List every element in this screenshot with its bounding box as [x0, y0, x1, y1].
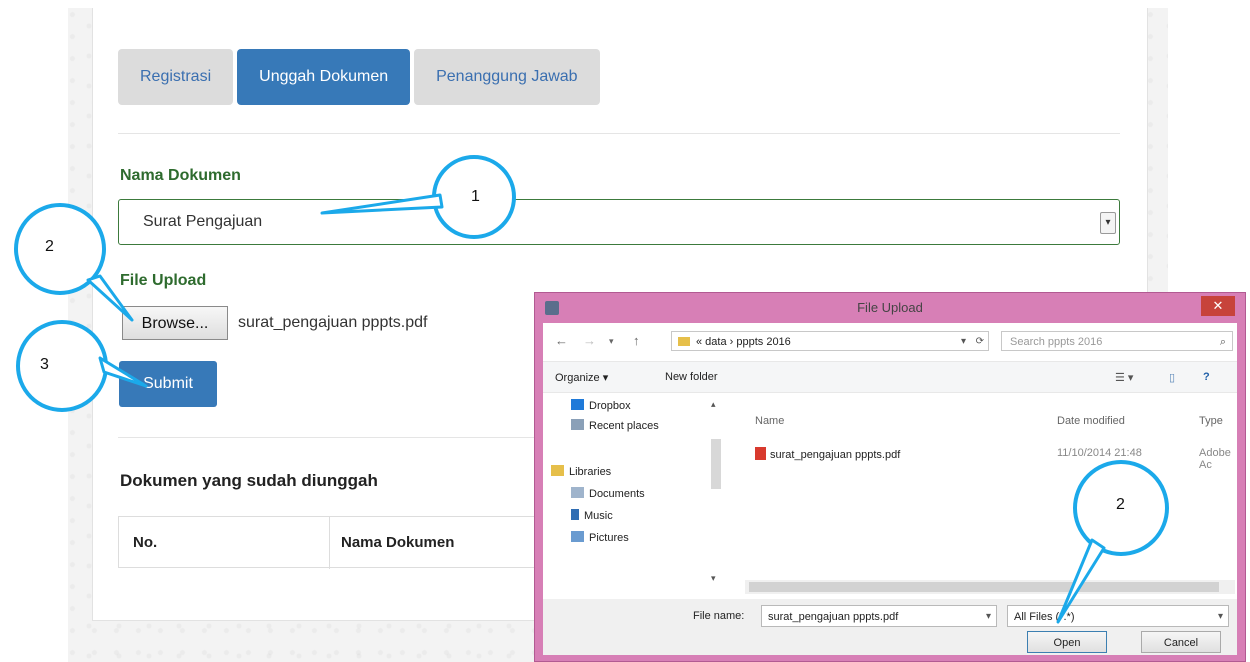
file-type-filter[interactable]: All Files (*.*) ▾	[1007, 605, 1229, 627]
dialog-body: ← → ▾ ↑ « data › pppts 2016 ▾ ⟳ Search p…	[543, 323, 1237, 655]
breadcrumb: « data › pppts 2016	[696, 336, 791, 348]
column-header-name[interactable]: Name	[755, 415, 784, 427]
chosen-file-name: surat_pengajuan pppts.pdf	[238, 314, 428, 331]
column-header-nama-dokumen: Nama Dokumen	[341, 534, 455, 551]
tree-scrollbar[interactable]: ▴ ▾	[709, 399, 723, 591]
pdf-file-icon	[755, 447, 766, 460]
uploaded-docs-table: No. Nama Dokumen	[118, 516, 558, 569]
horizontal-scrollbar-thumb[interactable]	[749, 582, 1219, 592]
column-header-date[interactable]: Date modified	[1057, 415, 1125, 427]
up-icon[interactable]: ↑	[633, 333, 640, 348]
back-icon[interactable]: ←	[555, 333, 568, 348]
column-header-no: No.	[133, 534, 158, 551]
chevron-down-icon[interactable]: ▾	[986, 606, 991, 628]
file-upload-label: File Upload	[120, 272, 207, 289]
preview-pane-icon[interactable]: ▯	[1169, 371, 1175, 384]
open-button[interactable]: Open	[1027, 631, 1107, 653]
tree-item-recent-places[interactable]: Recent places	[571, 419, 659, 432]
divider	[118, 133, 1120, 134]
recent-places-icon	[571, 419, 584, 430]
refresh-icon[interactable]: ⟳	[976, 332, 984, 352]
callout-number-1: 1	[471, 188, 480, 205]
search-placeholder: Search pppts 2016	[1010, 336, 1103, 348]
new-folder-button[interactable]: New folder	[665, 371, 718, 383]
search-icon: ⌕	[1219, 336, 1226, 348]
horizontal-scrollbar[interactable]	[745, 580, 1235, 594]
file-row[interactable]: surat_pengajuan pppts.pdf	[755, 447, 900, 461]
tree-item-documents[interactable]: Documents	[571, 487, 645, 500]
callout-number-2-left: 2	[45, 238, 54, 255]
tab-unggah-dokumen[interactable]: Unggah Dokumen	[237, 49, 411, 105]
file-name-input[interactable]: surat_pengajuan pppts.pdf ▾	[761, 605, 997, 627]
address-dropdown-icon[interactable]: ▾	[961, 332, 966, 352]
uploaded-docs-heading: Dokumen yang sudah diunggah	[120, 471, 378, 490]
browse-button[interactable]: Browse...	[122, 306, 228, 340]
recent-dropdown-icon[interactable]: ▾	[609, 336, 614, 347]
file-name-value: surat_pengajuan pppts.pdf	[768, 611, 899, 623]
dialog-footer: File name: surat_pengajuan pppts.pdf ▾ A…	[543, 599, 1237, 655]
tree-item-pictures[interactable]: Pictures	[571, 531, 629, 544]
chevron-down-icon[interactable]: ▾	[1100, 212, 1116, 234]
doc-name-label: Nama Dokumen	[120, 167, 241, 184]
navigation-tree: Dropbox Recent places Libraries Document…	[543, 393, 723, 591]
navigation-bar: ← → ▾ ↑ « data › pppts 2016 ▾ ⟳ Search p…	[543, 323, 1237, 359]
tab-registrasi[interactable]: Registrasi	[118, 49, 234, 105]
file-name-label: File name:	[693, 610, 745, 622]
music-icon	[571, 509, 579, 520]
tree-item-dropbox[interactable]: Dropbox	[571, 399, 631, 412]
organize-menu[interactable]: Organize ▾	[555, 371, 608, 384]
close-icon: ✕	[1212, 298, 1224, 313]
doc-name-select[interactable]: Surat Pengajuan ▾	[118, 199, 1120, 245]
address-bar[interactable]: « data › pppts 2016 ▾ ⟳	[671, 331, 989, 351]
tab-penanggung-jawab[interactable]: Penanggung Jawab	[414, 49, 600, 105]
doc-name-value: Surat Pengajuan	[143, 213, 263, 230]
scroll-down-icon[interactable]: ▾	[711, 573, 716, 584]
dialog-title: File Upload	[857, 300, 923, 315]
callout-number-2-dialog: 2	[1116, 496, 1125, 513]
search-input[interactable]: Search pppts 2016 ⌕	[1001, 331, 1233, 351]
forward-icon[interactable]: →	[583, 333, 596, 348]
documents-icon	[571, 487, 584, 498]
cancel-button[interactable]: Cancel	[1141, 631, 1221, 653]
file-type: Adobe Ac	[1199, 447, 1231, 471]
callout-number-3: 3	[40, 356, 49, 373]
file-date: 11/10/2014 21:48	[1057, 447, 1142, 459]
column-divider	[329, 517, 330, 569]
scrollbar-thumb[interactable]	[711, 439, 721, 489]
tree-item-music[interactable]: Music	[571, 509, 613, 522]
view-options-icon[interactable]: ☰ ▾	[1115, 371, 1133, 384]
file-type-filter-value: All Files (*.*)	[1014, 611, 1075, 623]
folder-icon	[678, 337, 690, 346]
scroll-up-icon[interactable]: ▴	[711, 399, 716, 410]
submit-button[interactable]: Submit	[119, 361, 217, 407]
chevron-down-icon[interactable]: ▾	[1218, 606, 1223, 628]
tab-bar: Registrasi Unggah Dokumen Penanggung Jaw…	[118, 49, 600, 105]
help-icon[interactable]: ?	[1203, 371, 1210, 383]
command-bar: Organize ▾ New folder ☰ ▾ ▯ ?	[543, 361, 1237, 393]
libraries-icon	[551, 465, 564, 476]
tree-item-libraries[interactable]: Libraries	[551, 465, 611, 478]
pictures-icon	[571, 531, 584, 542]
column-header-type[interactable]: Type	[1199, 415, 1223, 427]
close-button[interactable]: ✕	[1201, 296, 1235, 316]
file-upload-dialog: File Upload ✕ ← → ▾ ↑ « data › pppts 201…	[534, 292, 1246, 662]
file-list: Name Date modified Type surat_pengajuan …	[729, 393, 1237, 581]
dropbox-icon	[571, 399, 584, 410]
